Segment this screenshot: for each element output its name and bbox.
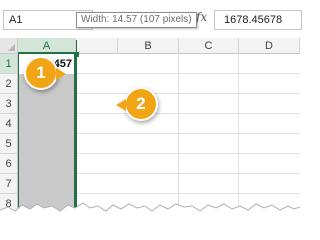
formula-input[interactable]: 1678.45678 xyxy=(214,10,302,30)
column-header-gap xyxy=(76,38,118,54)
column-resize-handle[interactable] xyxy=(74,52,79,57)
column-header-b[interactable]: B xyxy=(118,38,179,54)
row-header-2[interactable]: 2 xyxy=(0,74,18,94)
row-header-1[interactable]: 1 xyxy=(0,54,18,74)
name-box-value: A1 xyxy=(9,14,23,26)
select-all-button[interactable] xyxy=(0,38,18,54)
column-width-tooltip: Width: 14.57 (107 pixels) xyxy=(76,12,197,28)
callout-marker-1: 1 xyxy=(24,56,66,90)
row-header-6[interactable]: 6 xyxy=(0,154,18,174)
row-header-5[interactable]: 5 xyxy=(0,134,18,154)
select-all-triangle-icon xyxy=(8,44,15,51)
column-header-a[interactable]: A xyxy=(18,38,76,54)
row-header-4[interactable]: 4 xyxy=(0,114,18,134)
column-header-c[interactable]: C xyxy=(179,38,239,54)
callout-marker-2: 2 xyxy=(116,87,158,121)
row-header-3[interactable]: 3 xyxy=(0,94,18,114)
torn-paper-edge xyxy=(0,202,300,223)
row-header-7[interactable]: 7 xyxy=(0,174,18,194)
insert-function-icon[interactable]: fx xyxy=(196,10,207,24)
column-header-d[interactable]: D xyxy=(239,38,300,54)
formula-bar: A1 ▼ × fx 1678.45678 Width: 14.57 (107 p… xyxy=(0,0,302,38)
